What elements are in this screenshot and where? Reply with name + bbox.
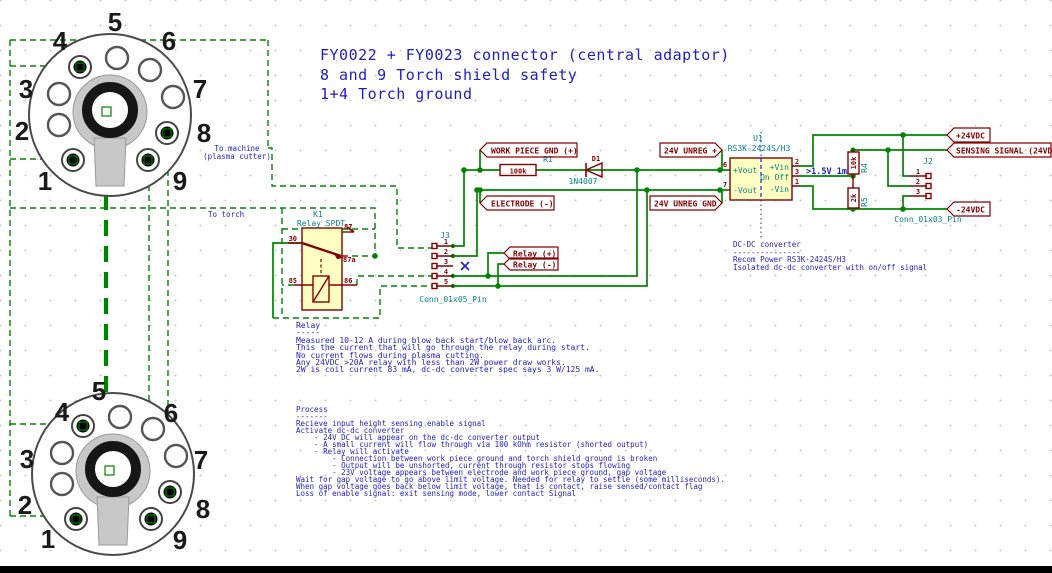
torch-connector-drawing: 5 4 6 3 7 2 8 1 9 [18,376,210,555]
machine-pin-7: 7 [193,74,207,104]
torch-pin-8: 8 [196,494,210,524]
relay-pin-87: 87 [344,223,352,231]
u1-vout-minus: -Vout [733,186,757,195]
u1-value: RS3K-2424S/H3 [728,144,791,153]
r4-ref: R4 [860,163,869,173]
torch-pin-6: 6 [164,398,178,428]
u1-ref: U1 [753,134,763,143]
d1-ref: D1 [592,155,600,163]
relay-value: Relay_SPDT [297,219,345,228]
label-plus-24vdc[interactable]: +24VDC [956,132,985,141]
machine-pin-3: 3 [19,74,33,104]
machine-pin-4: 4 [53,26,68,56]
j3-pin-4: 4 [444,268,448,276]
j2-pin-3: 3 [916,188,920,196]
u1-vout-plus: +Vout [733,166,757,175]
to-torch-label[interactable]: To torch [208,210,244,219]
schematic-title[interactable]: FY0022 + FY0023 connector (central adapt… [320,46,730,105]
r1-value: 100k [510,168,528,176]
converter-u1[interactable]: U1 RS3K-2424S/H3 +Vout -Vout +Vin On Off… [723,132,852,240]
label-sensing-signal[interactable]: SENSING SIGNAL (24VDC) [956,147,1052,156]
label-relay-plus[interactable]: Relay (+) [513,250,556,259]
relay-pin-30: 30 [289,235,297,243]
machine-pin-1: 1 [38,166,52,196]
torch-pin-3: 3 [20,444,34,474]
torch-pin-2: 2 [18,490,32,520]
j2-pin-1: 1 [916,168,920,176]
machine-pin-6: 6 [162,26,176,56]
u1-vin-plus: +Vin [770,163,789,172]
r5-value: 2k [850,193,858,202]
wires[interactable] [273,132,947,318]
r1-ref: R1 [543,155,553,164]
to-machine-label[interactable]: To machine (plasma cutter) [198,145,276,161]
j2-pin-2: 2 [916,178,920,186]
no-connect-x [461,262,469,270]
r4-value: 10k [850,156,858,169]
u1-pin-2: 2 [795,158,799,166]
machine-pin-9: 9 [173,166,187,196]
j3-pin-3: 3 [444,258,448,266]
relay-note[interactable]: Relay ----- Measured 10-12 A during blow… [296,322,599,374]
j2-value: Conn_01x03_Pin [894,215,962,224]
resistor-r4[interactable]: 10k R4 [848,150,869,176]
relay-k1[interactable]: K1 Relay_SPDT 30 87 87a 85 86 [288,210,357,310]
dcdc-converter-note[interactable]: DC-DC converter --------------- Recom Po… [733,241,927,271]
j3-value: Conn_01x05_Pin [419,295,487,304]
u1-pin-7: 7 [723,181,727,189]
bottom-window-edge [0,566,1052,573]
machine-pin-2: 2 [15,116,29,146]
u1-onoff: On Off [760,173,789,182]
machine-pin-5: 5 [108,7,122,37]
u1-vin-minus: -Vin [770,185,789,194]
j3-pin-2: 2 [444,248,448,256]
label-minus-24vdc[interactable]: -24VDC [956,206,985,215]
schematic-canvas: 5 4 6 3 7 2 8 1 9 5 4 6 3 7 2 8 1 9 [0,0,1052,573]
label-relay-minus[interactable]: Relay (-) [513,261,556,270]
relay-pin-87a: 87a [343,256,356,264]
torch-pin-1: 1 [41,524,55,554]
relay-ref: K1 [313,210,323,219]
u1-pin-6: 6 [723,161,727,169]
label-electrode[interactable]: ELECTRODE (-) [491,200,554,209]
u1-onoff-note: >1.5V 1mA [806,167,852,177]
d1-value: 1N4007 [569,177,598,186]
process-note[interactable]: Process ------- Recieve input height sen… [296,406,725,497]
label-24v-unreg-gnd[interactable]: 24V UNREG GND [654,200,717,209]
label-work-piece-gnd[interactable]: WORK PIECE GND (+) [491,147,578,156]
relay-pin-85: 85 [289,277,297,285]
label-24v-unreg-plus[interactable]: 24V UNREG + [664,147,717,156]
torch-pin-7: 7 [194,445,208,475]
u1-pin-3: 3 [795,168,799,176]
torch-pin-5: 5 [92,376,106,406]
j3-pin-1: 1 [444,238,448,246]
j2-ref: J2 [923,157,933,166]
j3-pin-5: 5 [444,278,448,286]
resistor-r5[interactable]: 2k R5 [848,176,869,209]
r5-ref: R5 [860,197,869,207]
relay-pin-86: 86 [344,277,352,285]
resistor-r1[interactable]: 100k R1 [500,155,553,176]
u1-pin-1: 1 [795,178,799,186]
torch-pin-9: 9 [173,525,187,555]
torch-pin-4: 4 [55,397,70,427]
machine-connector-drawing: 5 4 6 3 7 2 8 1 9 [15,7,211,196]
machine-pin-8: 8 [197,118,211,148]
